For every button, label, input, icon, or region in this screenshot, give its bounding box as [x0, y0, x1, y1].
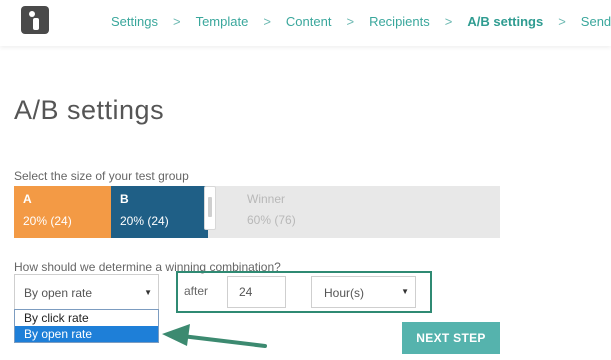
next-step-button[interactable]: NEXT STEP: [402, 322, 500, 354]
group-a-name: A: [23, 192, 32, 206]
app-logo[interactable]: [21, 6, 49, 34]
duration-unit-select[interactable]: Hour(s) ▼: [311, 276, 416, 308]
group-a-value: 20% (24): [23, 214, 72, 228]
step-template[interactable]: Template: [196, 14, 249, 29]
step-content[interactable]: Content: [286, 14, 332, 29]
winner-value: 60% (76): [247, 213, 296, 227]
chevron-right-icon: >: [444, 14, 453, 29]
step-recipients[interactable]: Recipients: [369, 14, 430, 29]
test-group-slider[interactable]: A 20% (24) B 20% (24) Winner 60% (76): [14, 186, 500, 238]
step-send[interactable]: Send: [581, 14, 611, 29]
winner-name: Winner: [247, 192, 286, 206]
chevron-right-icon: >: [346, 14, 355, 29]
group-a-segment: A 20% (24): [14, 186, 111, 238]
option-click-rate[interactable]: By click rate: [15, 310, 158, 326]
caret-down-icon: ▼: [401, 287, 409, 296]
caret-down-icon: ▼: [144, 288, 152, 297]
winner-segment: Winner 60% (76): [238, 186, 438, 238]
chevron-right-icon: >: [558, 14, 566, 29]
top-bar: Settings > Template > Content > Recipien…: [0, 0, 611, 46]
winning-criteria-select[interactable]: By open rate ▼: [14, 274, 159, 310]
page-title: A/B settings: [14, 95, 165, 125]
logo-dot: [29, 11, 35, 17]
group-b-name: B: [120, 192, 129, 206]
step-breadcrumb: Settings > Template > Content > Recipien…: [111, 14, 611, 29]
chevron-right-icon: >: [263, 14, 271, 29]
arrow-annotation-icon: [162, 324, 267, 348]
criteria-dropdown-list: By click rate By open rate: [14, 309, 159, 343]
step-settings[interactable]: Settings: [111, 14, 158, 29]
slider-handle[interactable]: [204, 186, 216, 230]
unit-selected-value: Hour(s): [324, 286, 365, 300]
grip-icon: [208, 197, 212, 217]
criteria-selected-value: By open rate: [24, 286, 93, 300]
logo-bar: [33, 18, 39, 30]
test-group-label: Select the size of your test group: [14, 169, 189, 183]
step-ab-settings[interactable]: A/B settings: [467, 14, 543, 29]
duration-input[interactable]: 24: [227, 276, 286, 308]
after-label: after: [184, 284, 209, 298]
group-b-value: 20% (24): [120, 214, 169, 228]
group-b-segment: B 20% (24): [111, 186, 208, 238]
chevron-right-icon: >: [172, 14, 181, 29]
option-open-rate[interactable]: By open rate: [15, 326, 158, 342]
